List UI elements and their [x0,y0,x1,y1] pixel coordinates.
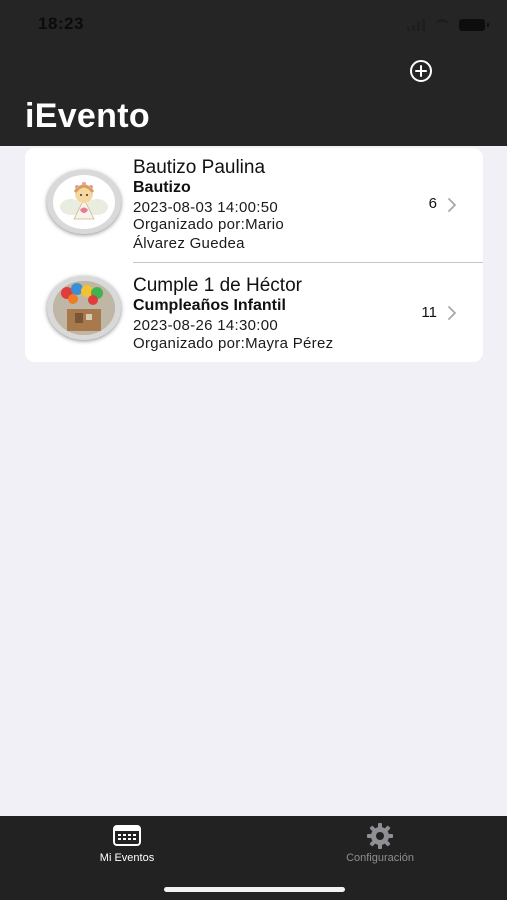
plus-circle-icon [410,60,432,82]
event-row-bautizo[interactable]: Bautizo Paulina Bautizo 2023-08-03 14:00… [25,148,483,256]
event-row-cumple[interactable]: Cumple 1 de Héctor Cumpleaños Infantil 2… [25,256,483,362]
event-type: Cumpleaños Infantil [133,297,286,314]
event-avatar [47,170,121,234]
event-type: Bautizo [133,179,191,196]
status-time: 18:23 [38,14,84,33]
event-title: Cumple 1 de Héctor [133,275,302,296]
birthday-decoration-icon [53,281,115,335]
add-event-button[interactable] [409,59,433,83]
event-organizer: Organizado por:Mayra Pérez [133,335,334,352]
status-icons [407,17,489,33]
signal-icon [407,19,425,31]
guest-count: 6 [428,195,437,212]
tab-configuracion[interactable]: Configuración [300,816,460,876]
event-datetime: 2023-08-03 14:00:50 [133,199,278,216]
event-organizer-name: Álvarez Guedea [133,235,245,252]
chevron-right-icon [448,198,456,212]
event-organizer: Organizado por:Mario [133,216,285,233]
gear-icon [367,823,393,849]
chevron-right-icon [448,306,456,320]
wifi-icon [435,18,449,32]
event-avatar [47,276,121,340]
angel-girl-icon [60,182,108,220]
navigation-header: 18:23 iEvento [0,0,507,146]
calendar-icon [113,825,141,846]
events-list: Bautizo Paulina Bautizo 2023-08-03 14:00… [25,148,483,362]
guest-count: 11 [421,304,437,321]
page-title: iEvento [25,97,150,135]
tab-mi-eventos[interactable]: Mi Eventos [47,816,207,876]
event-datetime: 2023-08-26 14:30:00 [133,317,278,334]
tab-label: Mi Eventos [99,852,155,864]
home-indicator [164,887,345,892]
event-title: Bautizo Paulina [133,157,266,178]
tab-label: Configuración [346,852,414,864]
battery-icon [459,19,489,31]
